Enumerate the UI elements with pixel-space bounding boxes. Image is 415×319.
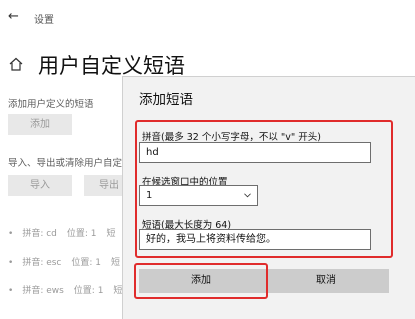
pinyin-input[interactable]: hd [139, 142, 371, 163]
page-add-button[interactable]: 添加 [8, 114, 72, 135]
cancel-button[interactable]: 取消 [263, 269, 389, 293]
title-bar: ← 设置 [0, 0, 415, 36]
add-phrase-section-label: 添加用户定义的短语 [8, 99, 94, 110]
import-export-section-label: 导入、导出或清除用户自定 [8, 158, 123, 169]
add-button-highlight-box [134, 263, 268, 299]
list-item-position: 位置: 1 [66, 229, 97, 239]
window-title: 设置 [34, 15, 54, 26]
list-item[interactable]: • 拼音: esc 位置: 1 短 [8, 255, 120, 268]
dialog-title: 添加短语 [139, 92, 193, 108]
list-item[interactable]: • 拼音: cd 位置: 1 短 [8, 226, 116, 239]
list-item-pinyin: 拼音: cd [22, 229, 57, 239]
add-phrase-dialog: 添加短语 拼音(最多 32 个小写字母，不以 "v" 开头) hd 在候选窗口中… [122, 76, 415, 319]
pinyin-label: 拼音(最多 32 个小写字母，不以 "v" 开头) [142, 132, 321, 143]
list-item-position: 位置: 1 [71, 258, 102, 268]
bullet: • [8, 286, 14, 296]
list-item[interactable]: • 拼音: ews 位置: 1短 [8, 283, 122, 296]
home-icon [9, 57, 23, 71]
list-item-pinyin: 拼音: esc [22, 258, 62, 268]
back-arrow-icon[interactable]: ← [8, 9, 19, 24]
phrase-input[interactable]: 好的，我马上将资料传给您。 [139, 229, 371, 250]
chevron-down-icon [244, 193, 251, 198]
bullet: • [8, 229, 14, 239]
list-item-phrase: 短 [111, 258, 121, 268]
list-item-position: 位置: 1 [73, 286, 104, 296]
import-button[interactable]: 导入 [8, 175, 72, 196]
position-select-value: 1 [146, 190, 153, 201]
position-select[interactable]: 1 [139, 185, 258, 206]
list-item-phrase: 短 [106, 229, 116, 239]
list-item-pinyin: 拼音: ews [22, 286, 64, 296]
bullet: • [8, 258, 14, 268]
